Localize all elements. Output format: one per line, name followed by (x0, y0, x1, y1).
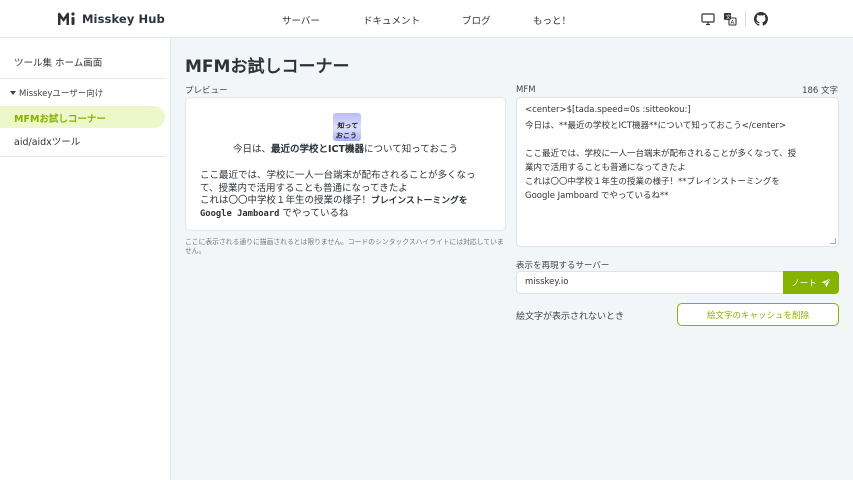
preview-line: これは〇〇中学校１年生の授業の様子！ブレインストーミングを (200, 192, 468, 206)
resize-handle-icon[interactable] (830, 238, 836, 244)
nav-servers[interactable]: サーバー (282, 13, 320, 27)
header-divider (745, 11, 746, 27)
preview-bold-text: ブレインストーミングを (371, 196, 468, 206)
sidebar: ツール集 ホーム画面 Misskeyユーザー向け MFMお試しコーナー aid/… (0, 38, 171, 480)
mfm-line: 今日は、**最近の学校とICT機器**について知っておこう</center> (525, 121, 787, 131)
nav-blog[interactable]: ブログ (462, 13, 491, 27)
sidebar-group-misskey-users[interactable]: Misskeyユーザー向け (10, 87, 103, 99)
monitor-icon[interactable] (701, 12, 715, 26)
mfm-line: これは〇〇中学校１年生の授業の様子！**ブレインストーミングを (525, 177, 780, 187)
page-title: MFMお試しコーナー (185, 57, 350, 77)
preview-label: プレビュー (185, 86, 228, 96)
preview-line: Google Jamboard でやっているね (200, 205, 349, 219)
nav-more[interactable]: もっと！ (533, 13, 571, 27)
sidebar-divider (0, 78, 166, 79)
svg-text:A: A (731, 20, 735, 26)
nav-docs[interactable]: ドキュメント (363, 13, 420, 27)
server-label: 表示を再現するサーバー (516, 261, 610, 271)
caret-down-icon (10, 91, 16, 95)
send-icon (821, 277, 831, 287)
sidebar-item-mfm[interactable]: MFMお試しコーナー (14, 111, 106, 125)
sidebar-group-label: Misskeyユーザー向け (19, 89, 104, 99)
note-button-label: ノート (791, 278, 817, 289)
misskey-logo-icon (58, 12, 75, 25)
preview-bold-text: 最近の学校とICT機器 (271, 144, 365, 155)
mfm-line: Google Jamboard でやっているね** (525, 191, 669, 201)
mfm-line: 業内で活用することも普通になってきたよ (525, 163, 686, 173)
sidebar-item-home[interactable]: ツール集 ホーム画面 (14, 55, 102, 69)
github-icon[interactable] (754, 12, 768, 26)
char-count: 186 文字 (802, 86, 838, 96)
logo-text: Misskey Hub (82, 12, 165, 26)
emoji-help-label: 絵文字が表示されないとき (516, 312, 625, 322)
note-button[interactable]: ノート (783, 271, 839, 294)
sidebar-item-aid[interactable]: aid/aidxツール (14, 134, 80, 148)
sidebar-divider (0, 156, 166, 157)
site-header: Misskey Hub サーバー ドキュメント ブログ もっと！ 文 A (0, 0, 853, 38)
preview-panel: 知っておこう 今日は、最近の学校とICT機器について知っておこう ここ最近では、… (185, 97, 506, 231)
mfm-line: ここ最近では、学校に一人一台端末が配布されることが多くなって、授 (525, 149, 797, 159)
mfm-textarea[interactable]: <center>$[tada.speed=0s :sitteokou:] 今日は… (516, 97, 839, 247)
preview-text: について知っておこう (364, 144, 458, 155)
mfm-line: <center>$[tada.speed=0s :sitteokou:] (525, 105, 691, 115)
clear-emoji-cache-button[interactable]: 絵文字のキャッシュを削除 (677, 303, 839, 326)
preview-bold-text: Google Jamboard (200, 209, 280, 219)
preview-text: 今日は、 (233, 144, 272, 155)
server-input[interactable]: misskey.io (516, 271, 784, 294)
custom-emoji-image: 知っておこう (333, 113, 361, 141)
site-logo[interactable]: Misskey Hub (57, 11, 165, 27)
emoji-text: 知っておこう (335, 122, 359, 140)
preview-line: ここ最近では、学校に一人一台端末が配布されることが多くなっ (200, 170, 476, 181)
mfm-label: MFM (516, 85, 536, 95)
preview-note: ここに表示される通りに描画されるとは限りません。コードのシンタックスハイライトに… (185, 238, 504, 255)
translate-icon[interactable]: 文 A (723, 12, 737, 26)
preview-text: でやっているね (279, 208, 349, 219)
preview-center-line: 今日は、最近の学校とICT機器について知っておこう (186, 141, 505, 155)
